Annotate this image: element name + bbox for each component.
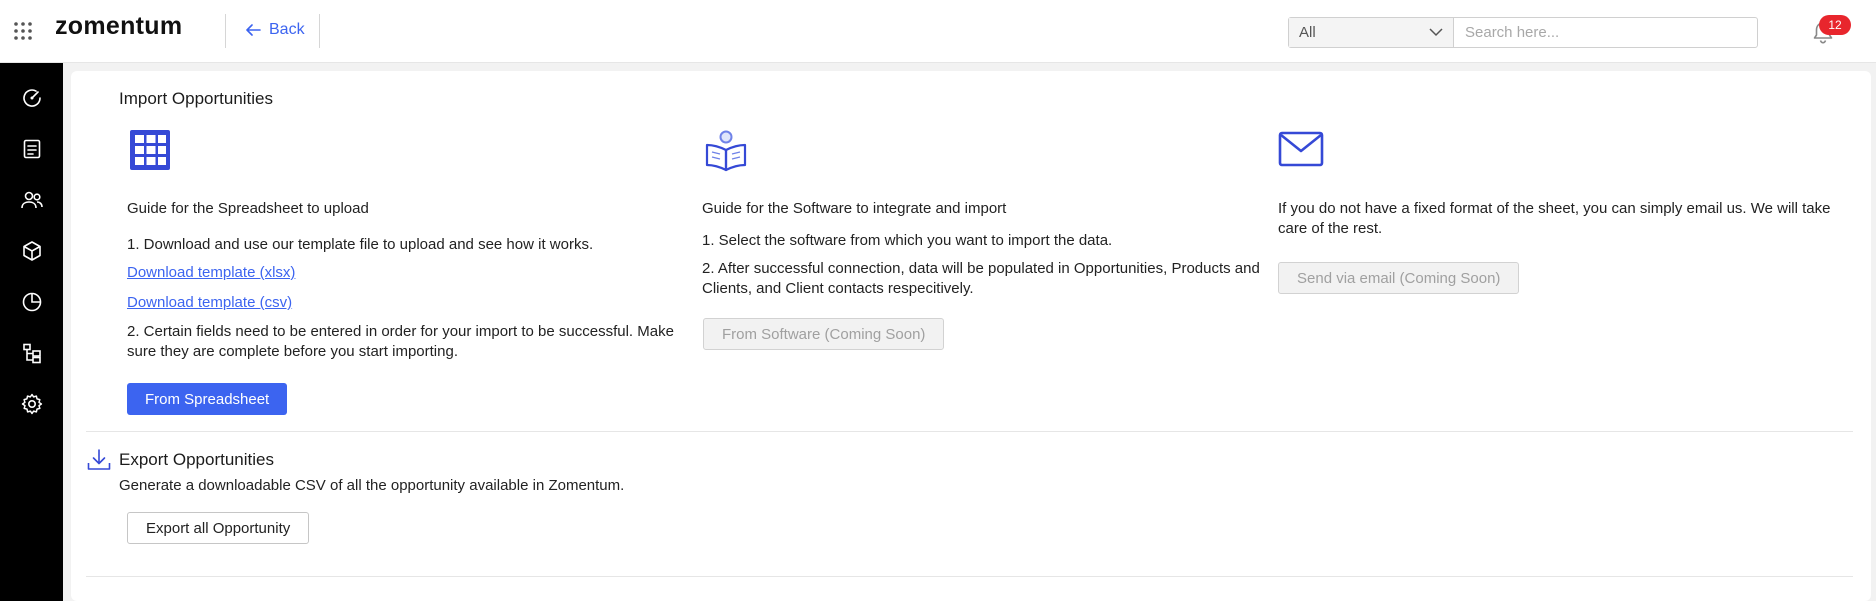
back-label: Back (269, 21, 305, 38)
dashboard-gauge-icon (22, 88, 41, 107)
section-divider (86, 431, 1853, 432)
software-step-1: 1. Select the software from which you wa… (702, 232, 1113, 249)
software-step-2: 2. After successful connection, data wil… (702, 260, 1260, 297)
spreadsheet-step-1: 1. Download and use our template file to… (127, 236, 594, 253)
sidebar-item-clients[interactable] (18, 186, 45, 213)
zomentum-logo[interactable]: zomentum (55, 12, 182, 41)
package-box-icon (22, 240, 41, 261)
apps-grid-icon[interactable] (14, 22, 32, 40)
sidebar-item-dashboard[interactable] (18, 84, 45, 111)
spreadsheet-step-2: 2. Certain fields need to be entered in … (127, 323, 674, 360)
email-description: If you do not have a fixed format of the… (1278, 200, 1831, 237)
sidebar-item-reports[interactable] (18, 288, 45, 315)
back-button[interactable]: Back (246, 21, 305, 39)
sidebar-item-documents[interactable] (18, 135, 45, 162)
pie-chart-icon (22, 292, 41, 311)
search-input[interactable] (1454, 18, 1757, 47)
global-search: All (1288, 17, 1758, 48)
chevron-down-icon (1429, 28, 1443, 37)
envelope-icon (1278, 131, 1324, 167)
software-guide-title: Guide for the Software to integrate and … (702, 200, 1007, 217)
export-section-title: Export Opportunities (119, 450, 274, 469)
section-divider (86, 576, 1853, 577)
book-reader-icon (705, 130, 747, 172)
from-software-button[interactable]: From Software (Coming Soon) (703, 318, 945, 350)
gear-icon (21, 393, 42, 414)
search-filter-select[interactable]: All (1289, 18, 1454, 47)
arrow-left-icon (246, 24, 261, 36)
sidebar-item-settings[interactable] (18, 390, 45, 417)
spreadsheet-guide-title: Guide for the Spreadsheet to upload (127, 200, 369, 217)
top-header: zomentum Back All 12 (0, 0, 1876, 63)
send-via-email-button[interactable]: Send via email (Coming Soon) (1278, 262, 1520, 294)
sidebar (0, 63, 63, 601)
notification-badge: 12 (1819, 15, 1851, 35)
export-all-opportunity-button[interactable]: Export all Opportunity (127, 512, 310, 544)
search-filter-value: All (1299, 24, 1316, 41)
sidebar-item-workflows[interactable] (18, 339, 45, 366)
users-icon (20, 191, 43, 208)
workflow-icon (22, 343, 41, 363)
export-description: Generate a downloadable CSV of all the o… (119, 477, 625, 494)
from-spreadsheet-button[interactable]: From Spreadsheet (127, 383, 288, 415)
download-template-xlsx-link[interactable]: Download template (xlsx) (127, 264, 295, 281)
header-divider (225, 14, 226, 48)
grid-spreadsheet-icon (130, 130, 170, 170)
sidebar-item-products[interactable] (18, 237, 45, 264)
header-divider (319, 14, 320, 48)
document-icon (23, 139, 40, 158)
download-template-csv-link[interactable]: Download template (csv) (127, 294, 292, 311)
download-icon (87, 449, 111, 470)
import-section-title: Import Opportunities (119, 89, 274, 108)
